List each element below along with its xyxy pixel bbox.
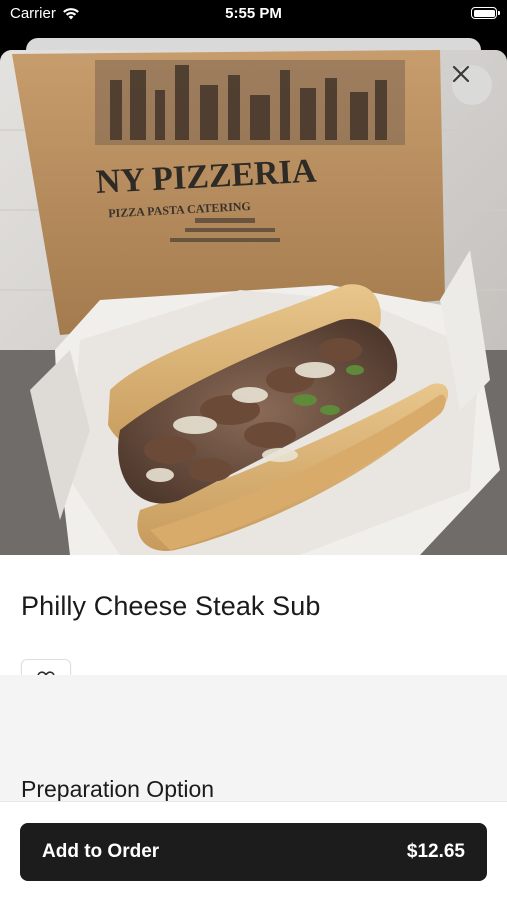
- item-photo: NY PIZZERIA PIZZA PASTA CATERING: [0, 50, 507, 555]
- battery-icon: [471, 7, 500, 19]
- status-bar: Carrier 5:55 PM: [0, 0, 507, 30]
- screen: Carrier 5:55 PM NY PIZZERIA PIZZA PASTA …: [0, 0, 507, 900]
- close-button[interactable]: [452, 65, 492, 105]
- bottom-bar: Add to Order $12.65: [0, 801, 507, 900]
- add-to-order-label: Add to Order: [42, 841, 160, 862]
- item-title: Philly Cheese Steak Sub: [21, 591, 321, 621]
- status-time: 5:55 PM: [225, 5, 282, 22]
- add-to-order-button[interactable]: Add to Order $12.65: [20, 823, 487, 881]
- order-price: $12.65: [406, 841, 465, 862]
- close-icon: [452, 65, 470, 83]
- preparation-option-heading: Preparation Option: [21, 776, 215, 802]
- sandwich-illustration: NY PIZZERIA PIZZA PASTA CATERING: [0, 50, 507, 555]
